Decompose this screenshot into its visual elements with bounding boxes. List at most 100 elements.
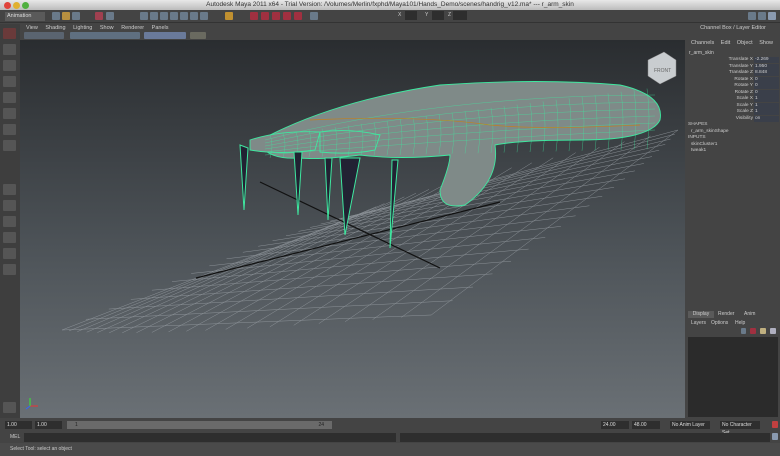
layer-options-icon[interactable] <box>770 328 776 334</box>
hypershade-icon[interactable] <box>283 12 291 20</box>
range-start-field[interactable]: 1.00 <box>35 421 62 429</box>
history-icon[interactable] <box>190 12 198 20</box>
layer-up-icon[interactable] <box>741 328 746 334</box>
inputs-header: INPUTS <box>688 135 706 140</box>
start-time-field[interactable]: 1.00 <box>5 421 32 429</box>
channel-value[interactable]: 1 <box>754 102 779 109</box>
menu-layers[interactable]: Layers <box>691 320 706 326</box>
layout-outliner-icon[interactable] <box>3 232 16 243</box>
menu-renderer[interactable]: Renderer <box>121 25 144 31</box>
menu-help[interactable]: Help <box>735 320 745 326</box>
menu-shading[interactable]: Shading <box>45 25 65 31</box>
select-by-hierarchy-icon[interactable] <box>106 12 114 20</box>
new-scene-icon[interactable] <box>52 12 60 20</box>
auto-key-icon[interactable] <box>772 421 778 428</box>
menu-edit[interactable]: Edit <box>721 40 730 46</box>
menu-show[interactable]: Show <box>100 25 114 31</box>
render-icon[interactable] <box>250 12 258 20</box>
snap-point-icon[interactable] <box>160 12 168 20</box>
layout-hypershade-icon[interactable] <box>3 264 16 275</box>
tab-display[interactable]: Display <box>688 311 714 318</box>
select-tool-icon[interactable] <box>3 28 16 39</box>
channel-value[interactable]: 0 <box>754 76 779 83</box>
toolbox <box>0 24 20 418</box>
zoom-window-button[interactable] <box>22 1 29 9</box>
new-layer-selected-icon[interactable] <box>760 328 766 334</box>
minimize-window-button[interactable] <box>13 1 20 9</box>
menu-object[interactable]: Object <box>737 40 753 46</box>
input-node[interactable]: tweak1 <box>691 148 706 153</box>
y-field[interactable] <box>432 11 444 20</box>
tool-settings-icon[interactable] <box>758 12 766 20</box>
mode-selector[interactable]: Animation <box>5 12 45 21</box>
view-cube-icon[interactable]: FRONT <box>647 51 677 85</box>
channel-value[interactable]: 8.848 <box>754 70 779 76</box>
command-input[interactable] <box>24 433 396 442</box>
channel-value[interactable]: 1 <box>754 109 779 115</box>
input-ops-icon[interactable] <box>225 12 233 20</box>
object-name[interactable]: r_arm_skin <box>689 50 714 56</box>
open-scene-icon[interactable] <box>62 12 70 20</box>
selection-mask-icon[interactable] <box>95 12 103 20</box>
lasso-tool-icon[interactable] <box>3 44 16 55</box>
3d-viewport[interactable]: FRONT <box>20 40 685 418</box>
menu-channels[interactable]: Channels <box>691 40 714 46</box>
new-layer-icon[interactable] <box>750 328 756 334</box>
tab-render[interactable]: Render <box>718 311 734 318</box>
layout-single-icon[interactable] <box>3 184 16 195</box>
channel-value[interactable]: 0 <box>754 89 779 96</box>
dock-icon[interactable] <box>3 402 16 413</box>
channel-box-icon[interactable] <box>768 12 776 20</box>
input-node[interactable]: skinCluster1 <box>691 142 717 147</box>
menu-view[interactable]: View <box>26 25 38 31</box>
channel-value[interactable]: 0 <box>754 83 779 89</box>
z-field[interactable] <box>453 11 467 20</box>
attribute-editor-icon[interactable] <box>748 12 756 20</box>
mel-label[interactable]: MEL <box>10 434 20 440</box>
grid-line <box>401 135 651 318</box>
ipr-render-icon[interactable] <box>261 12 269 20</box>
script-editor-icon[interactable] <box>772 433 778 440</box>
tab-anim[interactable]: Anim <box>744 311 755 318</box>
paint-select-icon[interactable] <box>3 60 16 71</box>
shading-tools-icon[interactable] <box>144 32 186 39</box>
range-slider-bar[interactable]: 1 24 <box>67 421 332 429</box>
x-field[interactable] <box>405 11 417 20</box>
shape-node[interactable]: r_arm_skinShape <box>691 129 729 134</box>
channel-value[interactable]: on <box>754 115 779 122</box>
render-settings-icon[interactable] <box>272 12 280 20</box>
snap-grid-icon[interactable] <box>140 12 148 20</box>
max-time-field[interactable]: 48.00 <box>632 421 660 429</box>
layout-graph-icon[interactable] <box>3 248 16 259</box>
menu-options[interactable]: Options <box>711 320 728 326</box>
character-set-select[interactable]: No Character Set <box>720 421 760 436</box>
anim-layer-select[interactable]: No Anim Layer <box>670 421 710 429</box>
construction-icon[interactable] <box>200 12 208 20</box>
scale-tool-icon[interactable] <box>3 108 16 119</box>
input-field-icon[interactable] <box>310 12 318 20</box>
snap-curve-icon[interactable] <box>150 12 158 20</box>
save-scene-icon[interactable] <box>72 12 80 20</box>
snap-live-icon[interactable] <box>180 12 188 20</box>
channel-box-menu: Channels Edit Object Show <box>686 40 780 46</box>
layer-list[interactable] <box>688 337 778 417</box>
manipulator-tool-icon[interactable] <box>3 124 16 135</box>
layout-four-icon[interactable] <box>3 200 16 211</box>
render-view-icon[interactable] <box>294 12 302 20</box>
channel-value[interactable]: -2.269 <box>754 57 779 63</box>
menu-show[interactable]: Show <box>759 40 773 46</box>
move-tool-icon[interactable] <box>3 76 16 87</box>
snap-plane-icon[interactable] <box>170 12 178 20</box>
menu-lighting[interactable]: Lighting <box>73 25 92 31</box>
close-window-button[interactable] <box>4 1 11 9</box>
isolate-icon[interactable] <box>190 32 206 39</box>
channel-value[interactable]: 1 <box>754 96 779 102</box>
channel-value[interactable]: 1.950 <box>754 63 779 70</box>
layout-two-icon[interactable] <box>3 216 16 227</box>
last-tool-icon[interactable] <box>3 140 16 151</box>
end-time-field[interactable]: 24.00 <box>601 421 629 429</box>
camera-tools-icon[interactable] <box>24 32 64 39</box>
display-tools-icon[interactable] <box>70 32 140 39</box>
menu-panels[interactable]: Panels <box>152 25 169 31</box>
rotate-tool-icon[interactable] <box>3 92 16 103</box>
